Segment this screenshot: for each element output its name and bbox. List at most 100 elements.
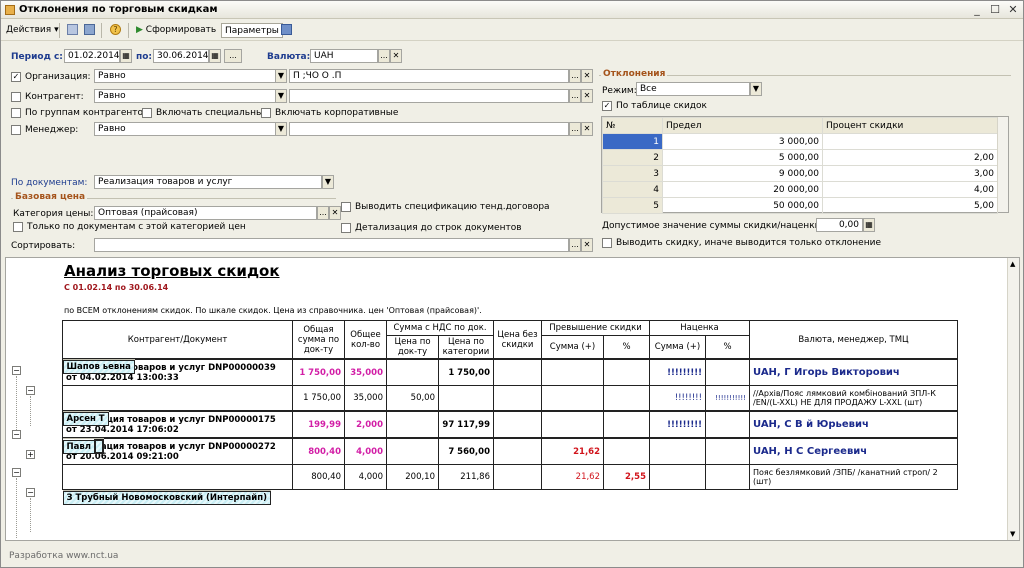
row-limit[interactable]: 9 000,00 bbox=[662, 165, 823, 182]
mode-select[interactable]: Все bbox=[636, 82, 750, 96]
hdr-nodisc: Цена без скидки bbox=[493, 320, 542, 359]
sort-clear-icon[interactable]: ✕ bbox=[581, 238, 593, 252]
incl-corp-checkbox[interactable] bbox=[261, 108, 271, 118]
detail-checkbox[interactable] bbox=[341, 223, 351, 233]
group-row[interactable]: Шапов ьевна bbox=[62, 359, 135, 374]
dropdown-arrow-icon: ▾ bbox=[54, 25, 59, 35]
table-row[interactable]: 39 000,00 3,00 bbox=[602, 165, 998, 182]
collapse-icon[interactable]: − bbox=[12, 366, 21, 375]
detail-row[interactable]: 800,40 4,000 200,10 211,86 21,62 2,55 По… bbox=[62, 464, 958, 490]
row-pct[interactable]: 5,00 bbox=[822, 197, 998, 214]
report-area[interactable]: Анализ торговых скидок С 01.02.14 по 30.… bbox=[5, 257, 1020, 541]
org-mode-select[interactable]: Равно bbox=[94, 69, 276, 83]
org-checkbox[interactable]: ✓ bbox=[11, 72, 21, 82]
row-limit[interactable]: 3 000,00 bbox=[662, 133, 823, 150]
org-value-input[interactable]: П ;ЧО О .П bbox=[289, 69, 569, 83]
dropdown-arrow-icon[interactable]: ▼ bbox=[322, 175, 334, 189]
currency-clear-icon[interactable]: ✕ bbox=[390, 49, 402, 63]
manager-value-input[interactable] bbox=[289, 122, 569, 136]
org-clear-icon[interactable]: ✕ bbox=[581, 69, 593, 83]
row-pct[interactable]: 3,00 bbox=[822, 165, 998, 182]
incl-special-checkbox[interactable] bbox=[142, 108, 152, 118]
contr-mode-select[interactable]: Равно bbox=[94, 89, 276, 103]
params-button[interactable]: Параметры bbox=[221, 23, 283, 38]
by-table-label: По таблице скидок bbox=[616, 101, 707, 111]
table-scrollbar[interactable] bbox=[997, 117, 1008, 212]
generate-button[interactable]: ▶ Сформировать bbox=[133, 23, 219, 38]
collapse-icon[interactable]: − bbox=[12, 468, 21, 477]
report-scrollbar[interactable]: ▲ ▼ bbox=[1007, 258, 1019, 540]
dropdown-arrow-icon[interactable]: ▼ bbox=[275, 122, 287, 136]
row-limit[interactable]: 5 000,00 bbox=[662, 149, 823, 166]
find-button[interactable] bbox=[81, 23, 98, 38]
currency-select-button[interactable]: ... bbox=[378, 49, 390, 63]
doc-row[interactable]: Реализация товаров и услуг DNP00000039 о… bbox=[62, 359, 958, 386]
dropdown-arrow-icon[interactable]: ▼ bbox=[275, 69, 287, 83]
sort-select-button[interactable]: ... bbox=[569, 238, 581, 252]
collapse-icon[interactable]: − bbox=[12, 430, 21, 439]
calendar-icon[interactable]: ▦ bbox=[120, 49, 132, 63]
sort-input[interactable] bbox=[94, 238, 569, 252]
doc-row[interactable]: Реализация товаров и услуг DNP00000175 о… bbox=[62, 411, 958, 438]
period-to-input[interactable]: 30.06.2014 bbox=[153, 49, 209, 63]
calculator-icon[interactable]: ▦ bbox=[863, 218, 875, 232]
table-row[interactable]: 13 000,00 bbox=[602, 133, 998, 150]
row-pct[interactable]: 2,00 bbox=[822, 149, 998, 166]
scroll-up-icon[interactable]: ▲ bbox=[1010, 260, 1015, 268]
expand-icon[interactable]: + bbox=[26, 450, 35, 459]
doc-cat-price: 1 750,00 bbox=[438, 359, 494, 386]
hdr-currency: Валюта, менеджер, ТМЦ bbox=[749, 320, 958, 359]
currency-input[interactable]: UAH bbox=[310, 49, 378, 63]
collapse-icon[interactable]: − bbox=[26, 386, 35, 395]
price-category-clear-icon[interactable]: ✕ bbox=[329, 206, 341, 220]
by-groups-checkbox[interactable] bbox=[11, 108, 21, 118]
contr-checkbox[interactable] bbox=[11, 92, 21, 102]
allowed-value-input[interactable]: 0,00 bbox=[816, 218, 863, 232]
manager-mode-select[interactable]: Равно bbox=[94, 122, 276, 136]
selected-cell[interactable] bbox=[93, 439, 104, 454]
collapse-icon[interactable]: − bbox=[26, 488, 35, 497]
row-limit[interactable]: 50 000,00 bbox=[662, 197, 823, 214]
contr-select-button[interactable]: ... bbox=[569, 89, 581, 103]
group-row[interactable]: З Трубный Новомосковский (Интерпайп) bbox=[62, 490, 271, 505]
scroll-down-icon[interactable]: ▼ bbox=[1010, 530, 1015, 538]
detail-row[interactable]: 1 750,00 35,000 50,00 !!!!!!!! !!!!!!!!!… bbox=[62, 385, 958, 411]
manager-clear-icon[interactable]: ✕ bbox=[581, 122, 593, 136]
table-row[interactable]: 25 000,00 2,00 bbox=[602, 149, 998, 166]
settings-button[interactable] bbox=[278, 23, 295, 38]
contr-value-input[interactable] bbox=[289, 89, 569, 103]
report-description: по ВСЕМ отклонениям скидок. По шкале ски… bbox=[64, 306, 482, 315]
only-docs-checkbox[interactable] bbox=[13, 222, 23, 232]
dropdown-arrow-icon[interactable]: ▼ bbox=[275, 89, 287, 103]
contr-clear-icon[interactable]: ✕ bbox=[581, 89, 593, 103]
manager-checkbox[interactable] bbox=[11, 125, 21, 135]
row-limit[interactable]: 20 000,00 bbox=[662, 181, 823, 198]
close-button[interactable]: ✕ bbox=[1005, 3, 1021, 17]
row-pct[interactable]: 4,00 bbox=[822, 181, 998, 198]
period-from-input[interactable]: 01.02.2014 bbox=[64, 49, 120, 63]
show-spec-checkbox[interactable] bbox=[341, 202, 351, 212]
empty-cell bbox=[62, 464, 293, 490]
period-select-button[interactable]: ... bbox=[224, 49, 242, 63]
price-category-select-button[interactable]: ... bbox=[317, 206, 329, 220]
group-row[interactable]: Павл bbox=[62, 438, 104, 454]
minimize-button[interactable]: _ bbox=[969, 3, 985, 17]
table-row[interactable]: 4 20 000,00 4,00 bbox=[602, 181, 998, 198]
calendar-icon[interactable]: ▦ bbox=[209, 49, 221, 63]
dropdown-arrow-icon[interactable]: ▼ bbox=[750, 82, 762, 96]
copy-button[interactable] bbox=[64, 23, 81, 38]
actions-menu[interactable]: Действия ▾ bbox=[3, 23, 62, 38]
row-pct[interactable] bbox=[822, 133, 998, 150]
manager-select-button[interactable]: ... bbox=[569, 122, 581, 136]
org-select-button[interactable]: ... bbox=[569, 69, 581, 83]
doc-row[interactable]: Реализация товаров и услуг DNP00000272 о… bbox=[62, 438, 958, 465]
maximize-button[interactable]: ☐ bbox=[987, 3, 1003, 17]
table-row[interactable]: 5 50 000,00 5,00 bbox=[602, 197, 998, 214]
group-row[interactable]: Арсен Т bbox=[62, 411, 109, 426]
by-table-checkbox[interactable]: ✓ bbox=[602, 101, 612, 111]
help-button[interactable]: ? bbox=[107, 23, 124, 38]
docs-select[interactable]: Реализация товаров и услуг bbox=[94, 175, 322, 189]
show-discount-checkbox[interactable] bbox=[602, 238, 612, 248]
price-category-input[interactable]: Оптовая (прайсовая) bbox=[94, 206, 317, 220]
play-icon: ▶ bbox=[136, 25, 143, 35]
